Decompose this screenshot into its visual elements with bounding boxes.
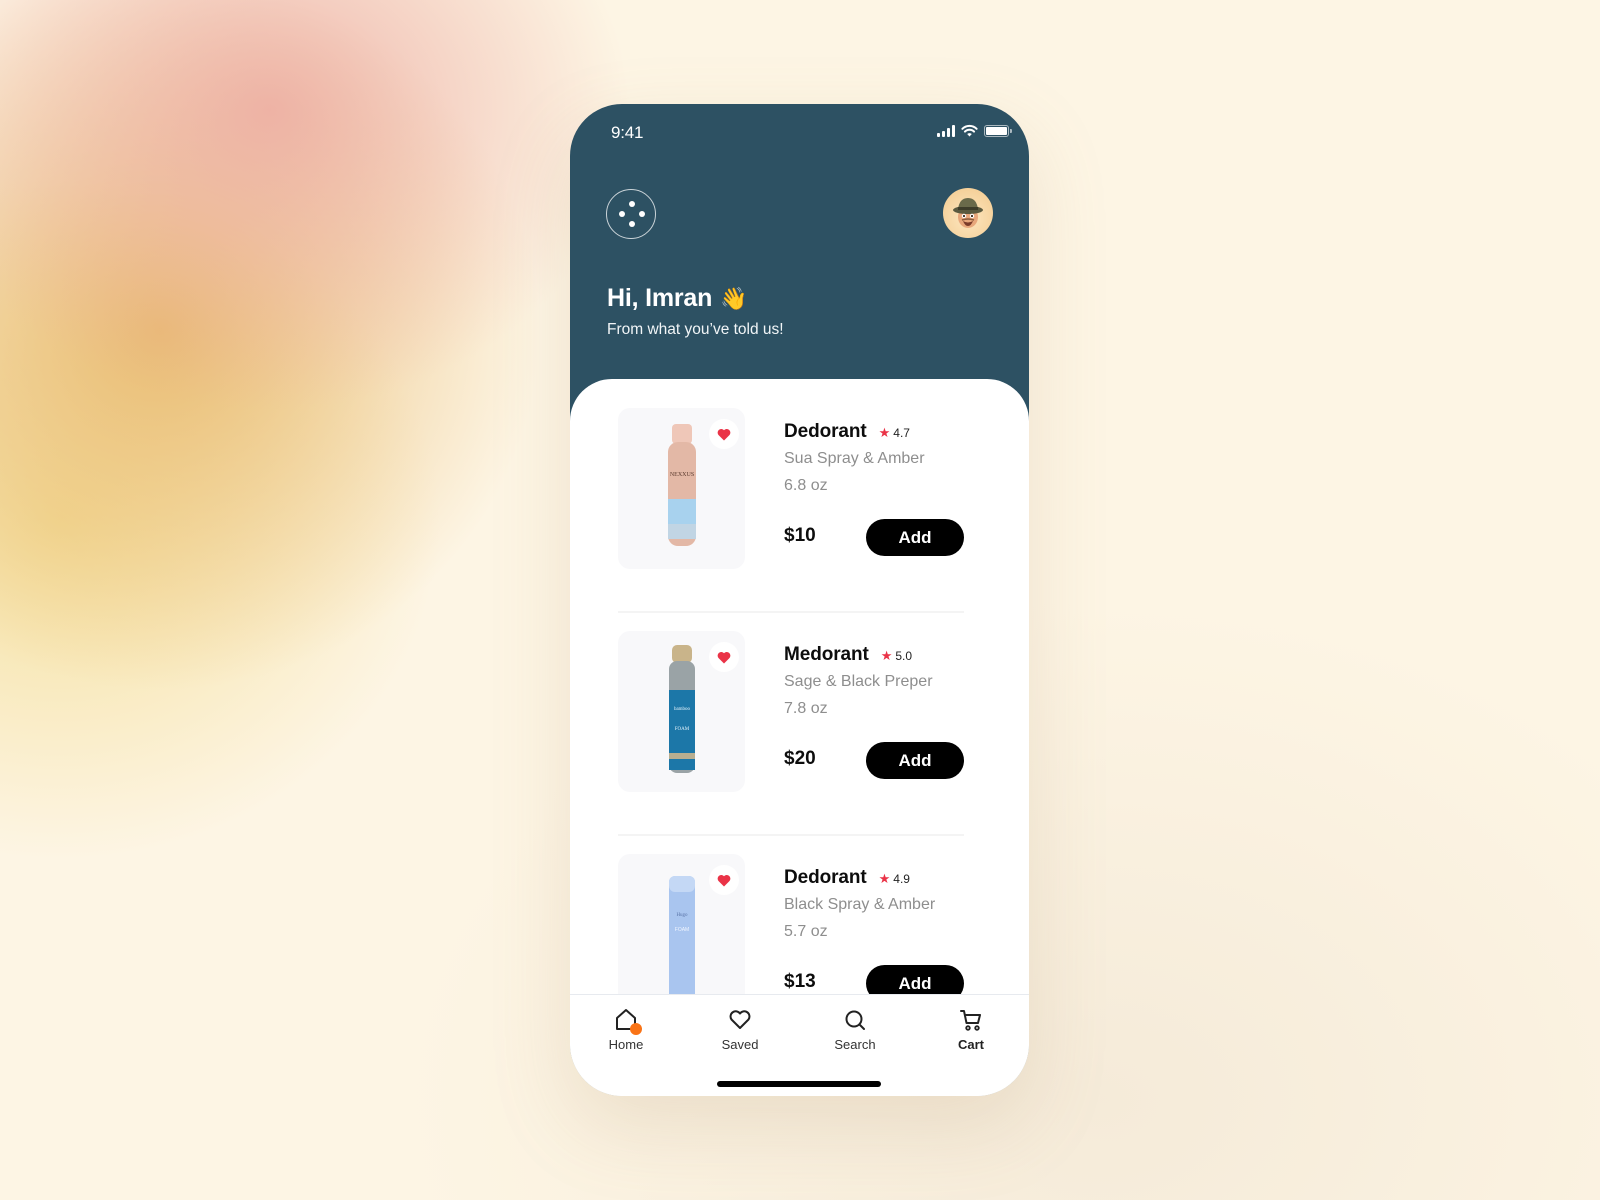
cart-icon [958,1007,984,1033]
product-name: Dedorant [784,867,867,888]
status-icons [937,124,1012,137]
tab-label: Home [608,1037,644,1052]
waving-hand-icon: 👋 [720,285,748,311]
product-image[interactable]: NEXXUS [618,408,745,569]
heart-filled-icon [717,651,731,663]
star-icon: ★ [878,425,891,440]
greeting: Hi, Imran 👋 From what you’ve told us! [607,284,784,339]
rating-value: 4.9 [893,872,910,886]
spray-bottle-image: NEXXUS [667,424,696,546]
status-time: 9:41 [611,123,644,142]
product-title-row: Dedorant ★ 4.9 [784,867,910,889]
spray-bottle-image: bamboo FOAM [668,645,695,773]
tab-label: Saved [721,1037,759,1052]
divider [618,834,964,836]
add-to-cart-button[interactable]: Add [866,742,964,779]
product-price: $10 [784,525,816,546]
product-size: 5.7 oz [784,923,828,940]
battery-icon [984,124,1012,137]
search-icon [842,1007,868,1033]
product-card[interactable]: Hugo FOAM Dedorant ★ 4.9 Black Spray & A… [618,854,968,1016]
menu-dot [629,221,635,227]
memoji-avatar-icon [953,198,983,228]
tab-saved[interactable]: Saved [700,1007,780,1052]
product-rating: ★ 4.9 [879,871,910,887]
phone-screen: 9:41 Hi, Imran 👋 From what you’ve told u… [570,104,1029,1096]
product-variant: Black Spray & Amber [784,896,936,913]
heart-filled-icon [717,874,731,886]
star-icon: ★ [880,648,893,663]
menu-dot [619,211,625,217]
cellular-signal-icon [937,124,955,137]
product-rating: ★ 5.0 [881,648,912,664]
product-size: 7.8 oz [784,700,828,717]
product-card[interactable]: bamboo FOAM Medorant ★ 5.0 Sage & Black … [618,631,968,793]
rating-value: 5.0 [895,649,913,663]
greeting-text: Hi, Imran [607,284,713,312]
status-bar: 9:41 [570,104,1029,164]
product-price: $20 [784,748,816,769]
avatar[interactable] [943,188,993,238]
tab-cart[interactable]: Cart [931,1007,1011,1052]
product-variant: Sage & Black Preper [784,673,933,690]
home-icon [613,1007,642,1035]
product-info: Medorant ★ 5.0 Sage & Black Preper 7.8 o… [784,631,974,793]
product-title-row: Medorant ★ 5.0 [784,644,912,666]
tab-home[interactable]: Home [586,1007,666,1052]
add-to-cart-button[interactable]: Add [866,519,964,556]
product-title-row: Dedorant ★ 4.7 [784,421,910,443]
svg-text:FOAM: FOAM [674,727,689,732]
product-list[interactable]: NEXXUS Dedorant ★ 4.7 Sua Spray & Amber … [570,379,1029,1096]
rating-value: 4.7 [893,426,910,440]
product-info: Dedorant ★ 4.7 Sua Spray & Amber 6.8 oz … [784,408,974,570]
product-name: Medorant [784,644,869,665]
product-info: Dedorant ★ 4.9 Black Spray & Amber 5.7 o… [784,854,974,1016]
svg-text:Hugo: Hugo [676,913,688,918]
product-image[interactable]: Hugo FOAM [618,854,745,1015]
star-icon: ★ [878,871,891,886]
home-indicator[interactable] [717,1081,881,1087]
greeting-title: Hi, Imran 👋 [607,284,784,313]
svg-text:NEXXUS: NEXXUS [669,472,693,478]
spray-bottle-image: Hugo FOAM [668,876,695,1004]
menu-button[interactable] [606,189,656,239]
product-image[interactable]: bamboo FOAM [618,631,745,792]
wifi-icon [961,124,978,137]
heart-filled-icon [717,428,731,440]
product-variant: Sua Spray & Amber [784,450,925,467]
product-card[interactable]: NEXXUS Dedorant ★ 4.7 Sua Spray & Amber … [618,408,968,570]
active-indicator-dot [630,1023,642,1035]
favorite-toggle[interactable] [709,865,739,895]
product-rating: ★ 4.7 [879,425,910,441]
menu-dot [629,201,635,207]
svg-text:bamboo: bamboo [673,707,690,712]
product-price: $13 [784,971,816,992]
product-size: 6.8 oz [784,477,828,494]
tab-search[interactable]: Search [815,1007,895,1052]
svg-text:FOAM: FOAM [674,927,688,933]
favorite-toggle[interactable] [709,419,739,449]
tab-label: Cart [957,1037,984,1052]
tab-label: Search [834,1037,876,1052]
divider [618,611,964,613]
heart-icon [727,1007,753,1033]
favorite-toggle[interactable] [709,642,739,672]
product-name: Dedorant [784,421,867,442]
greeting-subtitle: From what you’ve told us! [607,321,784,338]
menu-dot [639,211,645,217]
